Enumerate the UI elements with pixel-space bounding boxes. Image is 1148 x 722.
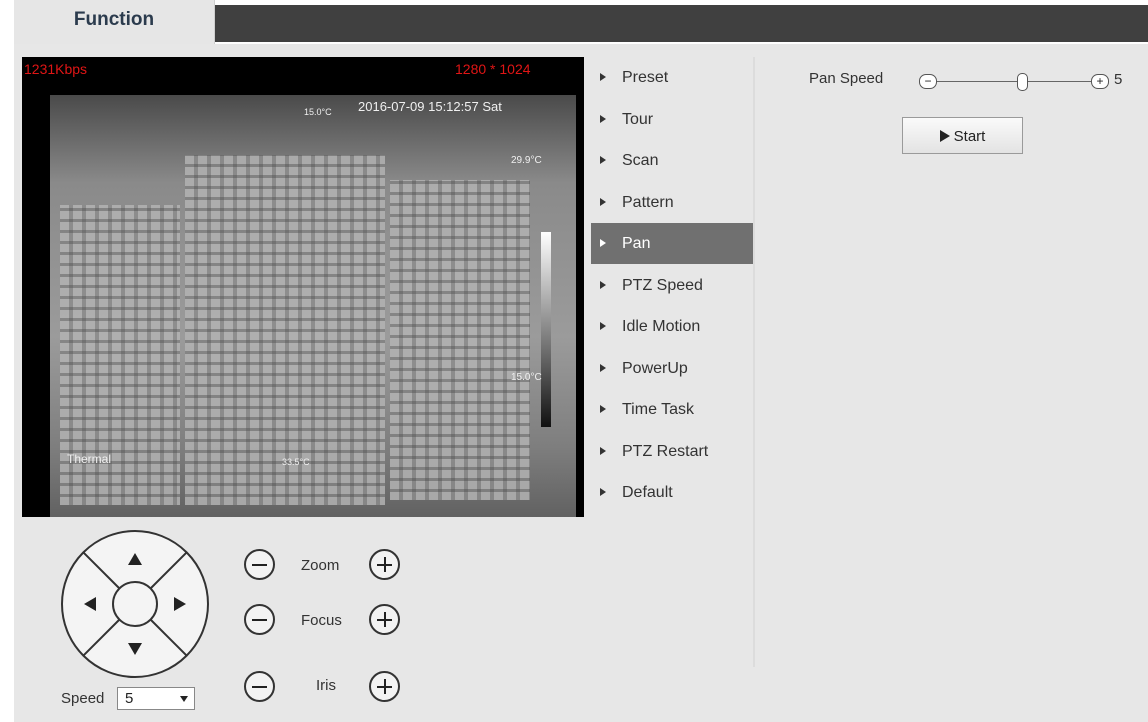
- top-bar-fill: [214, 5, 1148, 42]
- caret-right-icon: [600, 156, 606, 164]
- menu-item-label: PowerUp: [622, 359, 688, 377]
- menu-item-scan[interactable]: Scan: [591, 140, 753, 181]
- menu-item-time-task[interactable]: Time Task: [591, 389, 753, 430]
- direction-pad[interactable]: [60, 529, 210, 679]
- dropdown-arrow-icon: [180, 696, 188, 702]
- menu-item-label: Pattern: [622, 193, 674, 211]
- bitrate-label: 1231Kbps: [24, 61, 88, 77]
- speed-select[interactable]: 5: [117, 687, 195, 710]
- speed-label: Speed: [61, 690, 105, 707]
- scale-max-label: 29.9°C: [511, 155, 542, 166]
- function-menu: Preset Tour Scan Pattern Pan PTZ Speed I…: [591, 57, 753, 514]
- caret-right-icon: [600, 322, 606, 330]
- channel-label: Thermal: [67, 452, 112, 466]
- menu-item-ptz-speed[interactable]: PTZ Speed: [591, 265, 753, 306]
- menu-item-label: Idle Motion: [622, 318, 701, 335]
- temperature-scale-bar: [541, 232, 551, 427]
- resolution-label: 1280 * 1024: [455, 61, 531, 77]
- top-bar: Function: [0, 0, 1148, 44]
- caret-right-icon: [600, 73, 606, 81]
- menu-item-label: Pan: [622, 235, 651, 252]
- slider-track[interactable]: [937, 81, 1091, 82]
- menu-divider: [753, 57, 755, 667]
- focus-far-button[interactable]: [369, 604, 400, 635]
- focus-near-button[interactable]: [244, 604, 275, 635]
- caret-right-icon: [600, 446, 606, 455]
- caret-right-icon: [600, 197, 606, 206]
- menu-item-pan[interactable]: Pan: [591, 223, 753, 264]
- zoom-in-button[interactable]: [369, 549, 400, 580]
- pan-speed-slider[interactable]: − + 5: [919, 71, 1134, 91]
- slider-minus-button[interactable]: −: [919, 74, 937, 89]
- menu-item-ptz-restart[interactable]: PTZ Restart: [591, 431, 753, 472]
- iris-open-button[interactable]: [369, 671, 400, 702]
- scale-min-label: 15.0°C: [511, 372, 542, 383]
- menu-item-preset[interactable]: Preset: [591, 57, 753, 98]
- timestamp-label: 2016-07-09 15:12:57 Sat: [358, 99, 502, 114]
- center-button[interactable]: [112, 581, 158, 627]
- menu-item-default[interactable]: Default: [591, 472, 753, 513]
- play-icon: [939, 130, 950, 142]
- pan-speed-value: 5: [1114, 71, 1123, 88]
- menu-item-label: PTZ Restart: [622, 442, 709, 460]
- menu-item-powerup[interactable]: PowerUp: [591, 348, 753, 389]
- start-button[interactable]: Start: [902, 117, 1023, 154]
- menu-item-label: Preset: [622, 69, 669, 86]
- caret-right-icon: [600, 239, 606, 247]
- tab-function[interactable]: Function: [14, 0, 215, 44]
- caret-right-icon: [600, 114, 606, 123]
- zoom-out-button[interactable]: [244, 549, 275, 580]
- menu-item-label: Tour: [622, 110, 654, 128]
- video-preview: 1231Kbps 1280 * 1024 2016-07-09 15:12:57…: [22, 57, 584, 517]
- focus-label: Focus: [301, 612, 342, 629]
- zoom-label: Zoom: [301, 557, 340, 574]
- temp-marker-top: 15.0°C: [304, 107, 332, 117]
- caret-right-icon: [600, 405, 606, 413]
- start-button-label: Start: [953, 128, 986, 145]
- temp-marker-bottom: 33.5°C: [282, 457, 310, 467]
- menu-item-idle-motion[interactable]: Idle Motion: [591, 306, 753, 347]
- iris-close-button[interactable]: [244, 671, 275, 702]
- speed-select-value: 5: [125, 690, 134, 707]
- menu-item-label: PTZ Speed: [622, 276, 703, 294]
- caret-right-icon: [600, 488, 606, 496]
- thermal-image: [50, 95, 576, 517]
- caret-right-icon: [600, 363, 606, 372]
- menu-item-tour[interactable]: Tour: [591, 99, 753, 140]
- slider-thumb[interactable]: [1017, 73, 1028, 91]
- menu-item-label: Scan: [622, 152, 659, 169]
- caret-right-icon: [600, 280, 606, 289]
- slider-plus-button[interactable]: +: [1091, 74, 1109, 89]
- pan-speed-label: Pan Speed: [809, 70, 884, 87]
- iris-label: Iris: [316, 677, 336, 694]
- menu-item-label: Default: [622, 484, 673, 501]
- menu-item-label: Time Task: [622, 401, 695, 418]
- menu-item-pattern[interactable]: Pattern: [591, 182, 753, 223]
